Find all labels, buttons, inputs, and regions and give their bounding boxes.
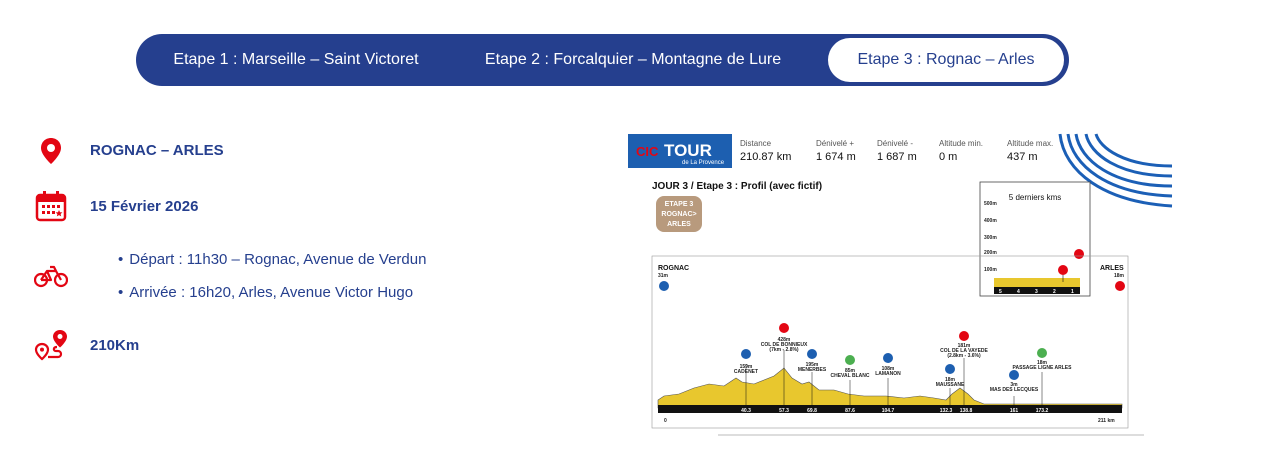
stat-label: Altitude max. (1007, 139, 1053, 148)
km-start: 0 (664, 418, 667, 424)
tour-logo: CIC TOUR de La Provence (628, 134, 732, 168)
svg-text:(7km - 2.8%): (7km - 2.8%) (769, 347, 799, 353)
stage-route: ROGNAC – ARLES (90, 142, 224, 159)
logo-cic: CIC (636, 144, 659, 159)
svg-text:4: 4 (1017, 289, 1020, 295)
svg-text:31m: 31m (658, 273, 669, 279)
start-name: ROGNAC (658, 265, 689, 272)
stage-times: Départ : 11h30 – Rognac, Avenue de Verdu… (118, 250, 426, 316)
stage-tabs: Etape 1 : Marseille – Saint Victoret Eta… (136, 34, 1069, 86)
svg-text:132.3: 132.3 (940, 408, 953, 414)
svg-text:87.6: 87.6 (845, 408, 855, 414)
stat-value: 437 m (1007, 151, 1038, 163)
svg-text:ETAPE 3: ETAPE 3 (665, 201, 694, 208)
stat-value: 1 687 m (877, 151, 917, 163)
svg-text:138.8: 138.8 (960, 408, 973, 414)
arrivee-time: Arrivée : 16h20, Arles, Avenue Victor Hu… (118, 283, 426, 316)
bicycle-icon (33, 264, 69, 293)
stage-stats: Distance 210.87 km Dénivelé + 1 674 m Dé… (740, 139, 1053, 163)
stat-value: 210.87 km (740, 151, 791, 163)
svg-text:400m: 400m (984, 218, 997, 224)
svg-text:1: 1 (1071, 289, 1074, 295)
stage-badge: ETAPE 3 ROGNAC> ARLES (656, 196, 702, 232)
last-5km-inset: 5 derniers kms 500m 400m 300m 200m 100m … (979, 181, 1091, 297)
stat-label: Dénivelé - (877, 139, 913, 148)
inset-title: 5 derniers kms (1009, 193, 1061, 202)
calendar-icon (35, 190, 67, 227)
km-end: 211 km (1098, 418, 1115, 424)
tab-etape-1[interactable]: Etape 1 : Marseille – Saint Victoret (136, 34, 456, 86)
svg-text:MAS DES LECQUES: MAS DES LECQUES (990, 387, 1039, 393)
depart-time: Départ : 11h30 – Rognac, Avenue de Verdu… (118, 250, 426, 283)
svg-text:(2.8km - 3.6%): (2.8km - 3.6%) (947, 353, 981, 359)
svg-text:CHEVAL BLANC: CHEVAL BLANC (831, 373, 870, 379)
svg-text:69.8: 69.8 (807, 408, 817, 414)
stat-label: Distance (740, 139, 772, 148)
svg-text:40.3: 40.3 (741, 408, 751, 414)
svg-text:PASSAGE LIGNE ARLES: PASSAGE LIGNE ARLES (1013, 365, 1073, 371)
svg-text:3: 3 (1035, 289, 1038, 295)
svg-text:5: 5 (999, 289, 1002, 295)
stage-profile-image: CIC TOUR de La Provence Distance 210.87 … (624, 132, 1176, 442)
svg-text:200m: 200m (984, 250, 997, 256)
tab-etape-2[interactable]: Etape 2 : Forcalquier – Montagne de Lure (458, 34, 808, 86)
svg-text:104.7: 104.7 (882, 408, 895, 414)
svg-text:CADENET: CADENET (734, 369, 758, 375)
stat-value: 0 m (939, 151, 957, 163)
logo-tour: TOUR (664, 141, 712, 160)
finish-name: ARLES (1100, 265, 1124, 272)
finish-marker (1115, 281, 1125, 291)
svg-text:MAUSSANE: MAUSSANE (936, 382, 965, 388)
svg-text:ROGNAC>: ROGNAC> (661, 211, 696, 218)
stat-label: Altitude min. (939, 139, 983, 148)
svg-text:57.3: 57.3 (779, 408, 789, 414)
logo-sub: de La Provence (682, 160, 725, 166)
svg-text:173.2: 173.2 (1036, 408, 1049, 414)
svg-text:100m: 100m (984, 267, 997, 273)
svg-text:LAMANON: LAMANON (875, 371, 901, 377)
tab-etape-3[interactable]: Etape 3 : Rognac – Arles (828, 38, 1064, 82)
start-marker (659, 281, 669, 291)
svg-text:ARLES: ARLES (667, 221, 691, 228)
svg-text:2: 2 (1053, 289, 1056, 295)
svg-text:300m: 300m (984, 235, 997, 241)
stage-date: 15 Février 2026 (90, 198, 199, 215)
svg-text:18m: 18m (1114, 273, 1125, 279)
profile-title: JOUR 3 / Etape 3 : Profil (avec fictif) (652, 181, 822, 192)
stat-label: Dénivelé + (816, 139, 854, 148)
stage-distance: 210Km (90, 337, 140, 354)
route-distance-icon (34, 330, 68, 367)
location-pin-icon (40, 138, 62, 169)
svg-text:MENERBES: MENERBES (798, 367, 827, 373)
svg-text:161: 161 (1010, 408, 1019, 414)
svg-text:500m: 500m (984, 201, 997, 207)
stat-value: 1 674 m (816, 151, 856, 163)
